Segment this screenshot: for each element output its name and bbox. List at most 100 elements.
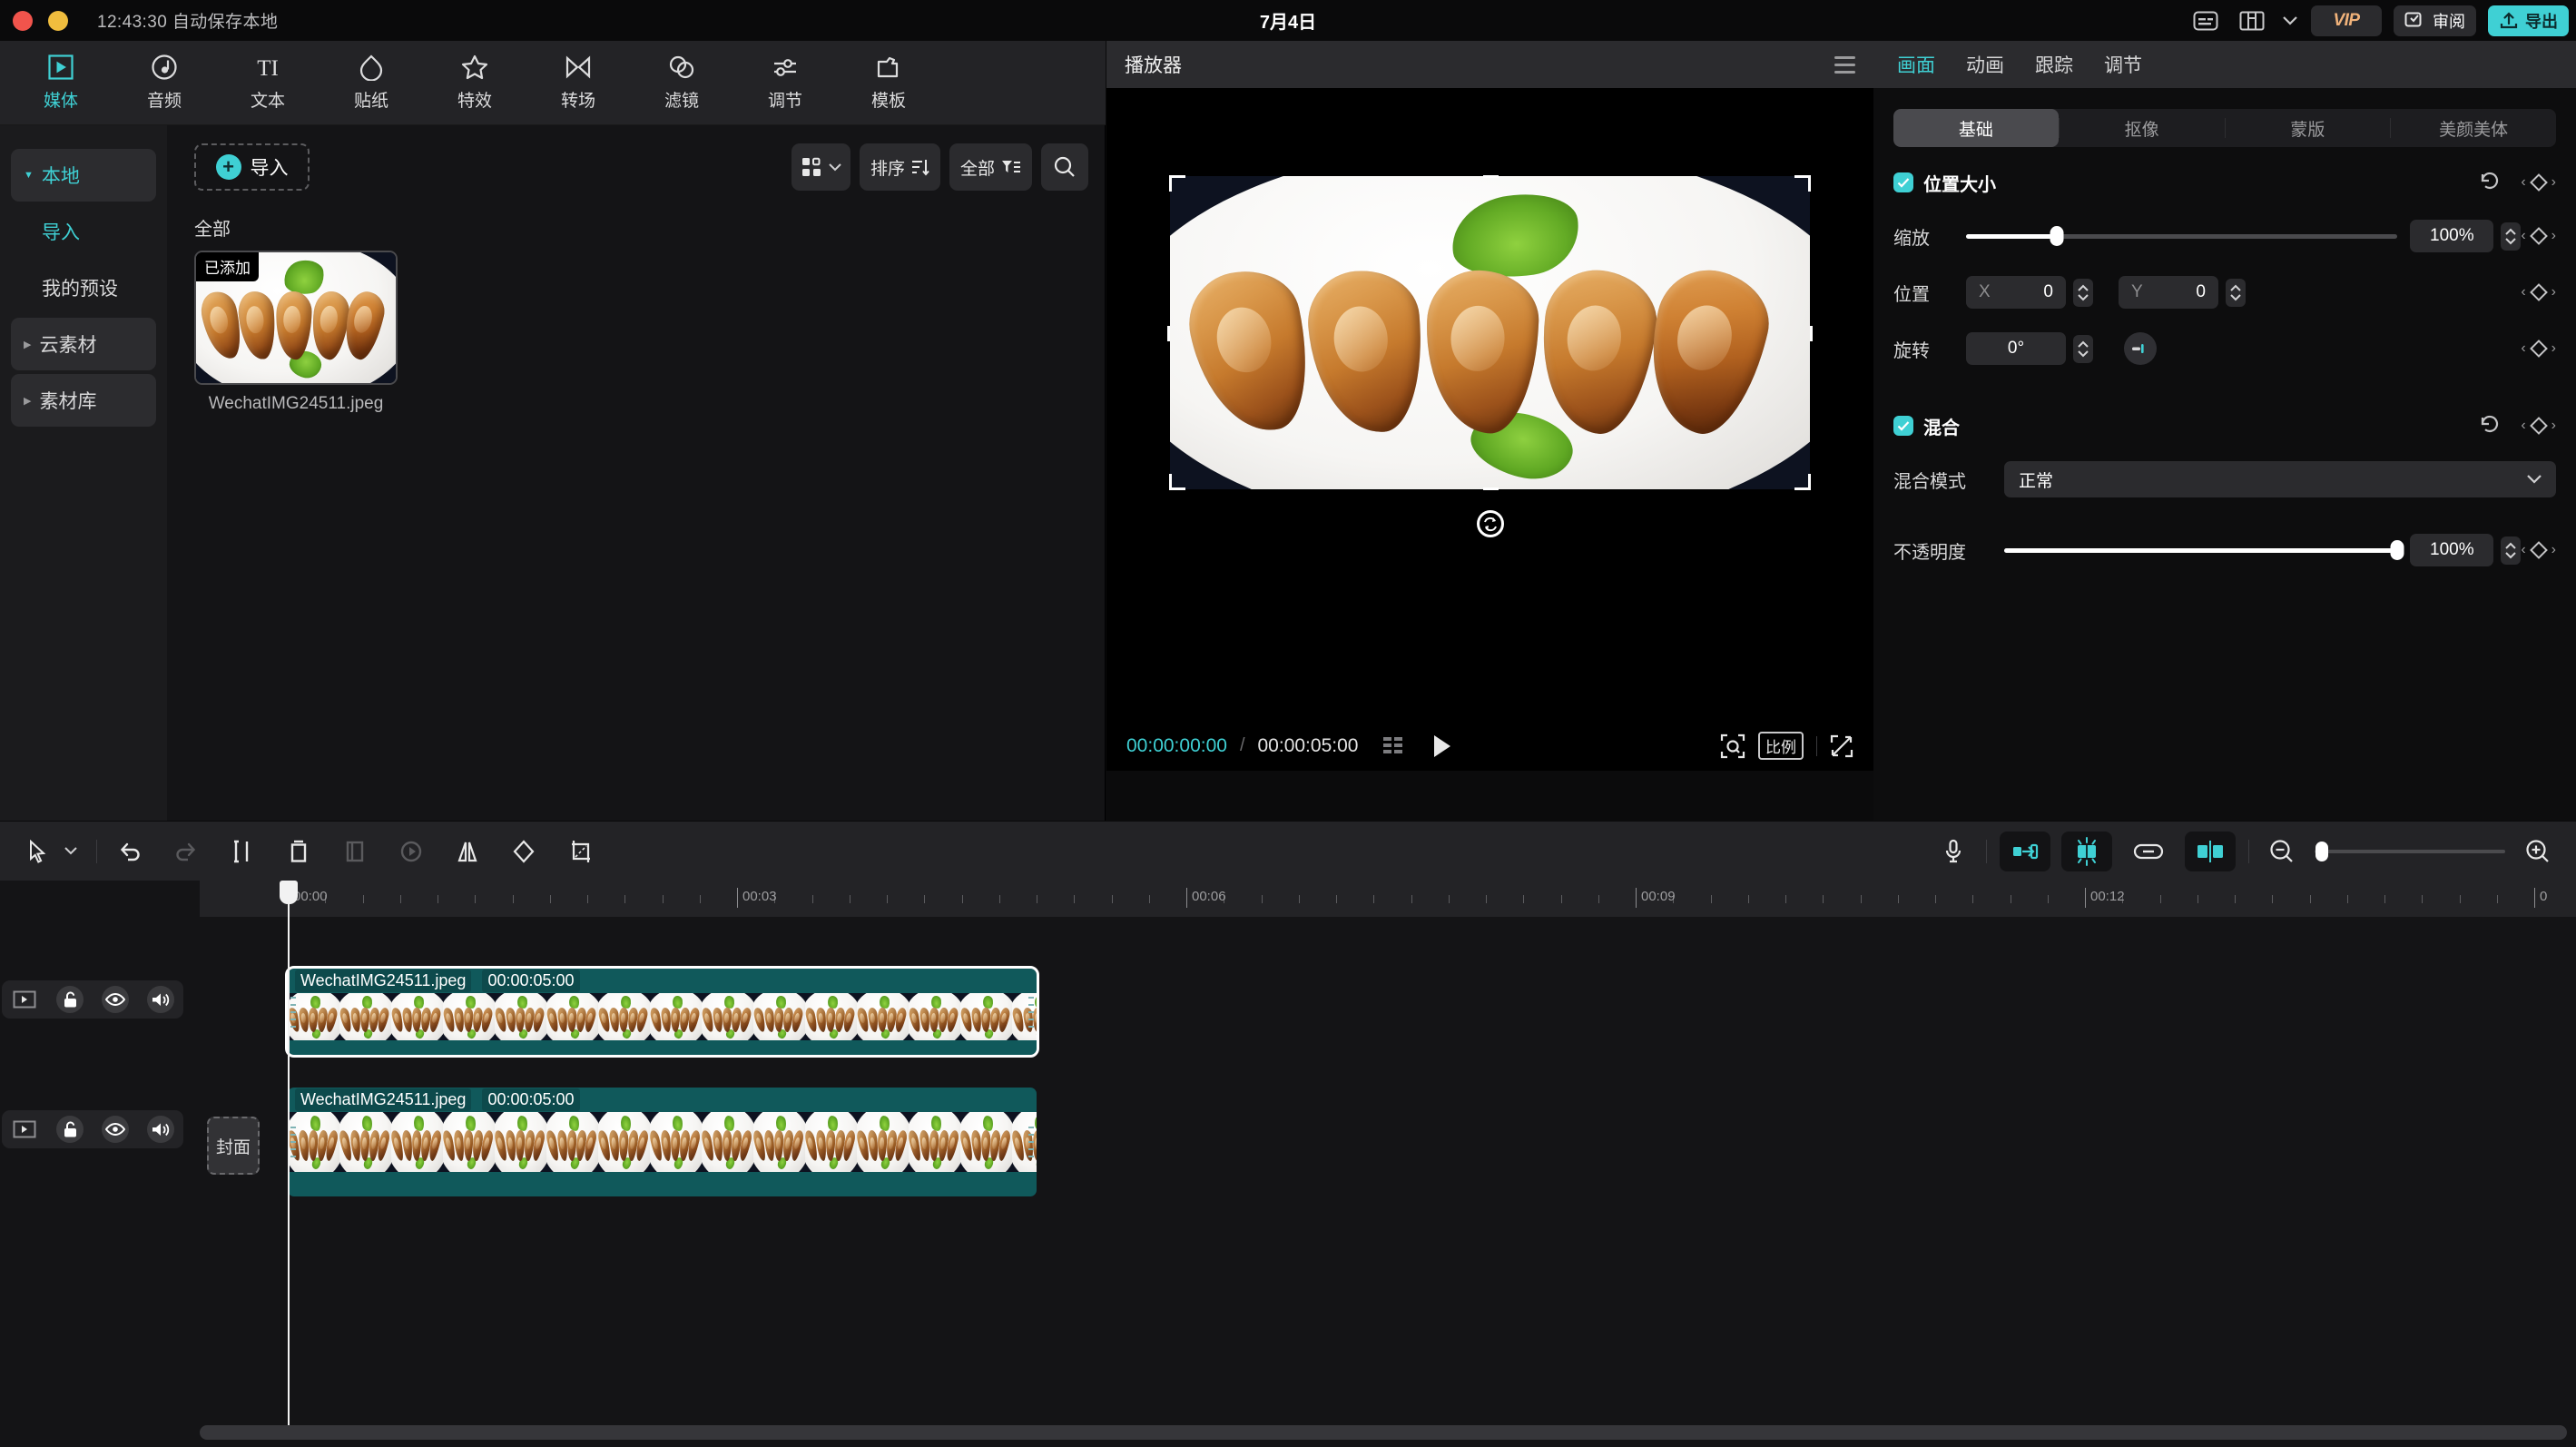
rotate-keyframe[interactable]: ‹ › bbox=[2521, 340, 2556, 357]
hamburger-icon[interactable] bbox=[1834, 56, 1855, 74]
opacity-slider[interactable] bbox=[2004, 548, 2397, 553]
sidebar-item-import[interactable]: 导入 bbox=[11, 205, 156, 258]
prev-keyframe-icon[interactable]: ‹ bbox=[2521, 340, 2525, 357]
tab-adjust[interactable]: 调节 bbox=[733, 46, 837, 119]
rotate-stepper[interactable] bbox=[2073, 335, 2093, 363]
frames-icon[interactable] bbox=[1381, 734, 1405, 758]
keyframe-diamond-icon[interactable] bbox=[2530, 283, 2548, 301]
delete-icon[interactable] bbox=[279, 832, 319, 871]
blend-keyframe[interactable]: ‹ › bbox=[2521, 418, 2556, 434]
next-keyframe-icon[interactable]: › bbox=[2551, 228, 2556, 244]
scale-keyframe[interactable]: ‹ › bbox=[2521, 228, 2556, 244]
zoom-out-icon[interactable] bbox=[2262, 832, 2302, 871]
segment-mask[interactable]: 蒙版 bbox=[2226, 109, 2391, 147]
snap-left-icon[interactable] bbox=[2000, 832, 2050, 871]
next-keyframe-icon[interactable]: › bbox=[2551, 284, 2556, 300]
track-thumb-icon[interactable] bbox=[11, 1116, 38, 1143]
layout-icon[interactable] bbox=[2235, 5, 2269, 36]
tab-picture[interactable]: 画面 bbox=[1897, 51, 1935, 78]
reset-icon[interactable] bbox=[2479, 170, 2501, 196]
next-keyframe-icon[interactable]: › bbox=[2551, 418, 2556, 434]
clip-2-trim-left[interactable] bbox=[290, 1127, 296, 1157]
rotate-field[interactable]: 0° bbox=[1966, 332, 2066, 365]
grid-view-button[interactable] bbox=[791, 143, 850, 191]
timeline-clip-2[interactable]: WechatIMG24511.jpeg 00:00:05:00 bbox=[288, 1088, 1037, 1196]
import-button[interactable]: + 导入 bbox=[194, 143, 310, 191]
rotation-dial[interactable] bbox=[2124, 332, 2157, 365]
scale-slider[interactable] bbox=[1966, 234, 2397, 239]
link-icon[interactable] bbox=[2123, 832, 2174, 871]
keyframe-control[interactable]: ‹ › bbox=[2521, 174, 2556, 191]
video-preview[interactable] bbox=[1170, 176, 1810, 489]
filter-button[interactable]: 全部 bbox=[949, 143, 1032, 191]
zoom-in-icon[interactable] bbox=[2518, 832, 2558, 871]
tab-transition[interactable]: 转场 bbox=[526, 46, 630, 119]
chevron-down-icon[interactable] bbox=[2281, 5, 2299, 36]
tab-adjustment[interactable]: 调节 bbox=[2104, 51, 2142, 78]
tab-template[interactable]: 模板 bbox=[837, 46, 940, 119]
sort-button[interactable]: 排序 bbox=[860, 143, 940, 191]
tab-audio[interactable]: 音频 bbox=[113, 46, 216, 119]
fullscreen-icon[interactable] bbox=[1830, 734, 1853, 758]
position-x-field[interactable]: X 0 bbox=[1966, 276, 2066, 309]
tab-tracking[interactable]: 跟踪 bbox=[2035, 51, 2073, 78]
tab-animation[interactable]: 动画 bbox=[1966, 51, 2004, 78]
opacity-stepper[interactable] bbox=[2501, 536, 2521, 565]
vip-badge[interactable]: VIP bbox=[2311, 5, 2382, 36]
reset-icon[interactable] bbox=[2479, 413, 2501, 439]
keyframe-diamond-icon[interactable] bbox=[2530, 227, 2548, 245]
review-button[interactable]: 审阅 bbox=[2394, 5, 2476, 36]
next-keyframe-icon[interactable]: › bbox=[2551, 340, 2556, 357]
blend-checkbox[interactable] bbox=[1893, 416, 1913, 436]
tab-text[interactable]: TI 文本 bbox=[216, 46, 320, 119]
cover-button[interactable]: 封面 bbox=[207, 1117, 260, 1175]
crop-frame-icon[interactable] bbox=[335, 832, 375, 871]
caption-icon[interactable] bbox=[2188, 5, 2223, 36]
clip-1-trim-right[interactable] bbox=[1028, 997, 1034, 1028]
redo-icon[interactable] bbox=[166, 832, 206, 871]
segment-beauty[interactable]: 美颜美体 bbox=[2391, 109, 2556, 147]
eye-icon[interactable] bbox=[102, 986, 129, 1013]
position-y-stepper[interactable] bbox=[2226, 279, 2246, 307]
clip-2-trim-right[interactable] bbox=[1028, 1127, 1034, 1157]
track-thumb-icon[interactable] bbox=[11, 986, 38, 1013]
keyframe-diamond-icon[interactable] bbox=[2530, 541, 2548, 559]
keyframe-diamond-icon[interactable] bbox=[2530, 340, 2548, 358]
play-icon[interactable] bbox=[1431, 733, 1454, 759]
window-controls[interactable] bbox=[13, 11, 68, 31]
playhead[interactable] bbox=[288, 881, 290, 1425]
scale-stepper[interactable] bbox=[2501, 222, 2521, 251]
next-keyframe-icon[interactable]: › bbox=[2551, 174, 2556, 191]
player-current-time[interactable]: 00:00:00:00 bbox=[1126, 735, 1227, 757]
export-button[interactable]: 导出 bbox=[2488, 5, 2569, 36]
keyframe-diamond-icon[interactable] bbox=[2530, 417, 2548, 435]
chevron-down-icon[interactable] bbox=[58, 832, 84, 871]
segment-basic[interactable]: 基础 bbox=[1893, 109, 2059, 147]
speaker-icon[interactable] bbox=[147, 1116, 174, 1143]
prev-keyframe-icon[interactable]: ‹ bbox=[2521, 542, 2525, 558]
align-split-icon[interactable] bbox=[2185, 832, 2236, 871]
keyframe-play-icon[interactable] bbox=[391, 832, 431, 871]
prev-keyframe-icon[interactable]: ‹ bbox=[2521, 418, 2525, 434]
position-keyframe[interactable]: ‹ › bbox=[2521, 284, 2556, 300]
playhead-handle[interactable] bbox=[280, 881, 298, 904]
handle-right[interactable] bbox=[1810, 326, 1813, 341]
crop-icon[interactable] bbox=[560, 832, 600, 871]
ratio-button[interactable]: 比例 bbox=[1758, 732, 1804, 760]
mirror-icon[interactable] bbox=[447, 832, 487, 871]
blend-mode-select[interactable]: 正常 bbox=[2004, 461, 2556, 497]
select-cursor-icon[interactable] bbox=[18, 832, 58, 871]
timeline-clip-1[interactable]: WechatIMG24511.jpeg 00:00:05:00 bbox=[288, 969, 1037, 1055]
prev-keyframe-icon[interactable]: ‹ bbox=[2521, 174, 2525, 191]
keyframe-diamond-icon[interactable] bbox=[2530, 173, 2548, 192]
sidebar-item-presets[interactable]: 我的预设 bbox=[11, 261, 156, 314]
minimize-window-icon[interactable] bbox=[48, 11, 68, 31]
undo-icon[interactable] bbox=[110, 832, 150, 871]
tab-effects[interactable]: 特效 bbox=[423, 46, 526, 119]
sidebar-item-cloud[interactable]: ▶ 云素材 bbox=[11, 318, 156, 370]
microphone-icon[interactable] bbox=[1933, 832, 1973, 871]
timeline-horizontal-scrollbar[interactable] bbox=[200, 1425, 2567, 1440]
timeline-zoom-slider[interactable] bbox=[2315, 850, 2505, 853]
eye-icon[interactable] bbox=[102, 1116, 129, 1143]
media-thumbnail[interactable]: 已添加 bbox=[194, 251, 398, 385]
